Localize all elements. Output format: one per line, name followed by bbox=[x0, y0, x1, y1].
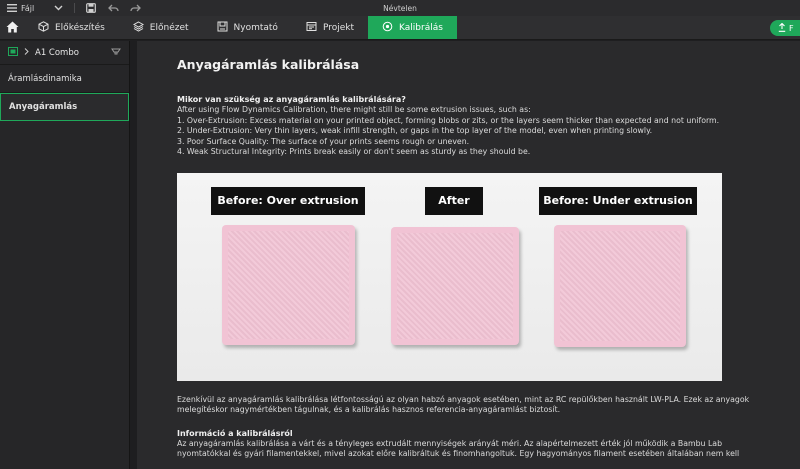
label-over-extrusion: Before: Over extrusion bbox=[211, 186, 365, 215]
tab-project-label: Projekt bbox=[322, 22, 355, 33]
calibration-sidebar: A1 Combo Áramlásdinamika Anyagáramlás bbox=[0, 41, 130, 469]
undo-icon[interactable] bbox=[107, 2, 119, 14]
cube-icon bbox=[38, 20, 49, 35]
page-title: Anyagáramlás kalibrálása bbox=[177, 57, 360, 72]
sample-under-extrusion bbox=[554, 224, 686, 347]
tab-project[interactable]: Projekt bbox=[292, 16, 368, 39]
printer-status-icon bbox=[8, 46, 18, 59]
tab-prepare[interactable]: Előkészítés bbox=[24, 16, 119, 39]
issue-line: 2. Under-Extrusion: Very thin layers, we… bbox=[177, 126, 653, 135]
tab-calibration-label: Kalibrálás bbox=[399, 22, 443, 33]
issue-line: 3. Poor Surface Quality: The surface of … bbox=[177, 136, 470, 146]
tab-preview[interactable]: Előnézet bbox=[119, 16, 203, 39]
calibration-info-paragraph: Az anyagáramlás kalibrálása a várt és a … bbox=[177, 438, 740, 459]
intro-line: After using Flow Dynamics Calibration, t… bbox=[177, 105, 531, 114]
tab-printer[interactable]: Nyomtató bbox=[203, 16, 292, 39]
hamburger-icon bbox=[6, 2, 18, 14]
home-icon bbox=[6, 18, 19, 37]
project-icon bbox=[306, 21, 317, 35]
nozzle-icon[interactable] bbox=[111, 46, 121, 59]
sample-over-extrusion bbox=[222, 224, 355, 345]
print-plate-label: F bbox=[789, 23, 794, 33]
chevron-down-icon[interactable] bbox=[52, 2, 64, 14]
tab-preview-label: Előnézet bbox=[149, 22, 189, 33]
issue-line: 4. Weak Structural Integrity: Prints bre… bbox=[177, 147, 531, 156]
foam-materials-paragraph: Ezenkívül az anyagáramlás kalibrálása lé… bbox=[177, 394, 750, 415]
layers-icon bbox=[132, 20, 144, 35]
redo-icon[interactable] bbox=[129, 2, 141, 14]
upload-icon bbox=[778, 22, 786, 34]
section-heading: Mikor van szükség az anyagáramlás kalibr… bbox=[177, 95, 406, 104]
calibration-icon bbox=[382, 21, 393, 35]
tab-prepare-label: Előkészítés bbox=[55, 22, 105, 33]
printer-selector[interactable]: A1 Combo bbox=[0, 41, 129, 65]
titlebar-divider bbox=[74, 3, 76, 13]
sample-after bbox=[391, 226, 519, 345]
printer-name: A1 Combo bbox=[35, 47, 79, 58]
file-menu-label: Fájl bbox=[21, 3, 35, 13]
sidebar-item-label: Anyagáramlás bbox=[9, 102, 78, 112]
sidebar-item-label: Áramlásdinamika bbox=[8, 73, 82, 84]
file-menu-button[interactable]: Fájl bbox=[6, 2, 34, 14]
printer-icon bbox=[217, 21, 228, 35]
sidebar-item-flow-dynamics[interactable]: Áramlásdinamika bbox=[0, 65, 129, 93]
tab-printer-label: Nyomtató bbox=[233, 22, 278, 33]
issue-line: 1. Over-Extrusion: Excess material on yo… bbox=[177, 115, 720, 125]
label-under-extrusion: Before: Under extrusion bbox=[539, 186, 697, 215]
print-plate-button[interactable]: F bbox=[770, 20, 800, 36]
main-tab-bar: Előkészítés Előnézet Nyomtató Projekt Ka… bbox=[0, 16, 800, 40]
calibration-content: Anyagáramlás kalibrálása Mikor van szüks… bbox=[137, 41, 800, 469]
tab-calibration[interactable]: Kalibrálás bbox=[368, 16, 457, 39]
chevron-right-icon bbox=[24, 47, 29, 58]
sidebar-item-flow-rate[interactable]: Anyagáramlás bbox=[0, 93, 129, 121]
save-icon[interactable] bbox=[85, 2, 97, 14]
section-heading: Információ a kalibrálásról bbox=[177, 428, 293, 438]
label-after: After bbox=[425, 186, 483, 215]
extrusion-comparison-image: Before: Over extrusion After Before: Und… bbox=[177, 172, 722, 381]
home-button[interactable] bbox=[0, 16, 24, 39]
title-bar: Fájl Névtelen bbox=[0, 0, 800, 16]
